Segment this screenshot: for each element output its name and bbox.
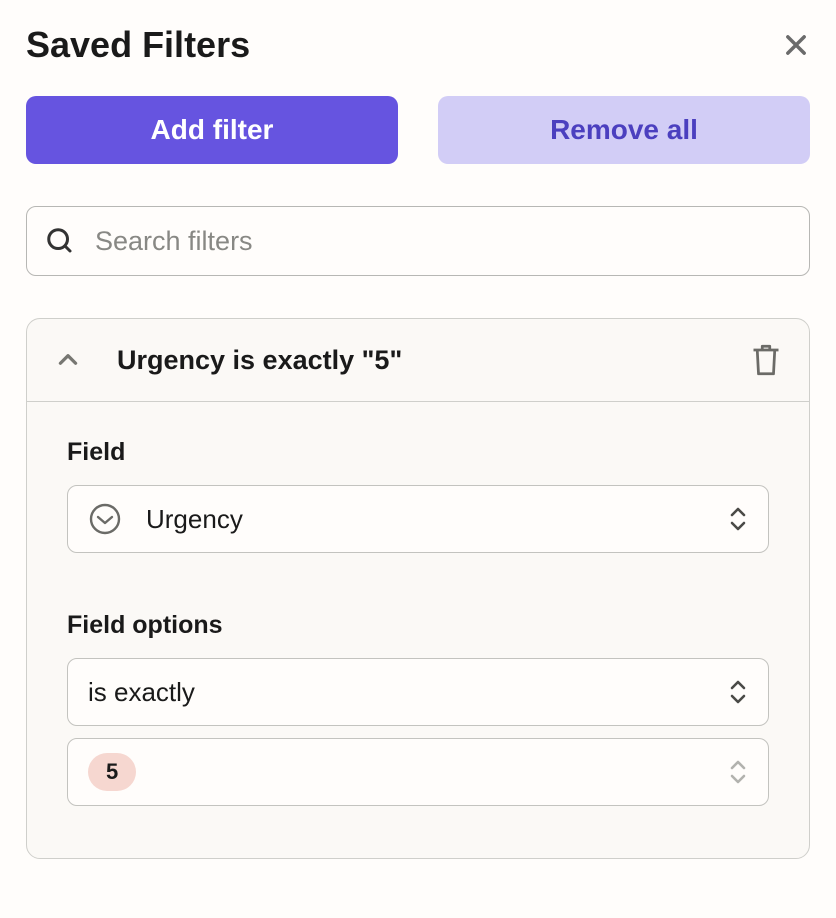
chevron-up-icon [55,347,81,373]
page-title: Saved Filters [26,24,250,66]
field-options-label: Field options [67,611,769,640]
trash-icon[interactable] [751,343,781,377]
filter-header[interactable]: Urgency is exactly "5" [27,319,809,402]
operator-select[interactable]: is exactly [67,658,769,726]
updown-icon [728,758,748,786]
field-label: Field [67,438,769,467]
field-select-value: Urgency [146,504,728,535]
updown-icon [728,678,748,706]
chevron-down-circle-icon [88,502,122,536]
search-container [26,206,810,276]
filter-summary: Urgency is exactly "5" [117,345,751,376]
filter-card: Urgency is exactly "5" Field Urgency Fie… [26,318,810,859]
add-filter-button[interactable]: Add filter [26,96,398,164]
updown-icon [728,505,748,533]
remove-all-button[interactable]: Remove all [438,96,810,164]
filter-body: Field Urgency Field options is exactly 5 [27,402,809,858]
close-icon[interactable] [782,31,810,59]
search-icon [45,226,75,256]
field-select[interactable]: Urgency [67,485,769,553]
value-pill: 5 [88,753,136,791]
operator-select-value: is exactly [88,677,728,708]
search-input[interactable] [95,226,791,257]
value-select[interactable]: 5 [67,738,769,806]
